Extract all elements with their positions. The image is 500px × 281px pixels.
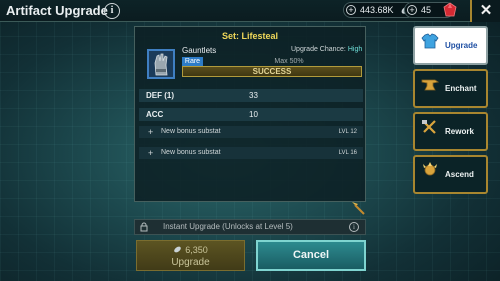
page-title: Artifact Upgrade [6,3,108,18]
instant-upgrade-bar: Instant Upgrade (Unlocks at Level 5) i [134,219,366,235]
substat-label: New bonus substat [161,149,221,156]
armor-icon [421,33,439,49]
info-icon[interactable]: i [104,3,120,19]
rarity-badge: Rare [182,57,203,66]
tab-label: Ascend [445,170,474,179]
tab-label: Rework [445,127,474,136]
tab-enchant[interactable]: Enchant [413,69,488,108]
lock-icon [140,222,148,232]
upgrade-chance-label: Upgrade Chance: [291,46,346,53]
set-title: Set: Lifesteal [221,31,279,41]
substat-level: LVL 12 [338,129,357,135]
stat-value: 10 [249,110,258,119]
stat-row-acc: ACC 10 [139,108,363,121]
substat-row: + New bonus substat LVL 12 [139,126,363,138]
tab-ascend[interactable]: Ascend [413,155,488,194]
close-button[interactable]: ✕ [470,0,500,22]
plus-icon: + [148,148,154,158]
stat-value: 33 [249,91,258,100]
stat-row-def: DEF (1) 33 [139,89,363,102]
plus-icon: + [148,127,154,137]
add-gems-icon[interactable]: + [407,5,417,15]
success-bar: SUCCESS [182,66,362,77]
gauntlets-icon [147,49,175,79]
hammer-icon [352,202,365,215]
add-silver-icon[interactable]: + [346,5,356,15]
upgrade-button-label: Upgrade [171,257,210,268]
upgrade-button[interactable]: 6,350 Upgrade [136,240,245,271]
upgrade-chance-value: High [347,46,363,53]
tab-upgrade[interactable]: Upgrade [413,26,488,65]
max-chance-label: Max 50% [274,58,304,65]
artifact-panel: Set: Lifesteal Gauntlets Rare Upgrade Ch… [134,26,366,202]
silver-amount: 443.68K [360,5,394,15]
substat-level: LVL 16 [338,150,357,156]
top-bar: Artifact Upgrade i + 443.68K + 45 ✕ [0,0,500,22]
stat-name: ACC [146,110,164,119]
tab-rework[interactable]: Rework [413,112,488,151]
upgrade-chance: Upgrade Chance: High [291,46,362,53]
silver-icon [174,246,182,253]
upgrade-cost: 6,350 [137,245,244,255]
instant-upgrade-label: Instant Upgrade (Unlocks at Level 5) [163,222,293,231]
substat-label: New bonus substat [161,128,221,135]
substat-row: + New bonus substat LVL 16 [139,147,363,159]
ascend-icon [423,162,437,176]
tools-icon [422,120,436,134]
gem-counter[interactable]: + 45 [404,2,457,18]
item-name: Gauntlets [182,46,217,55]
cancel-button[interactable]: Cancel [256,240,366,271]
tab-label: Enchant [445,84,477,93]
tab-label: Upgrade [445,41,478,50]
stat-name: DEF (1) [146,91,174,100]
ruby-icon [443,2,457,17]
info-icon[interactable]: i [349,222,359,232]
anvil-icon [421,79,439,91]
upgrade-cost-value: 6,350 [185,245,208,255]
gem-amount: 45 [421,5,432,15]
